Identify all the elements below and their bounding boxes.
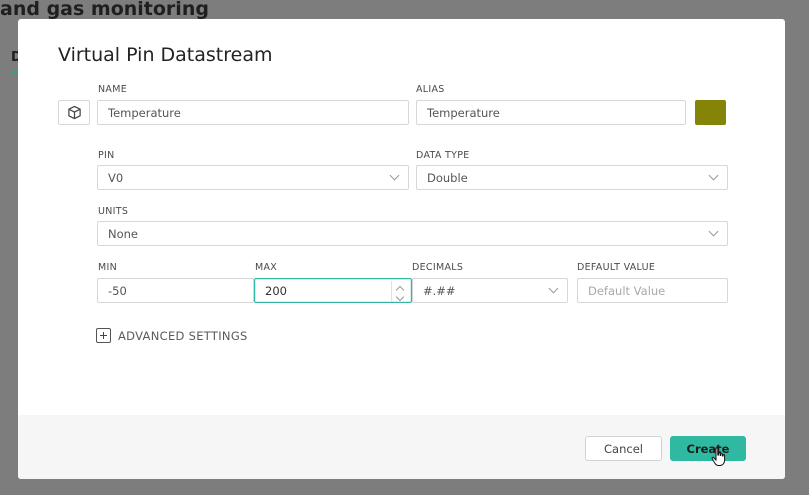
create-button[interactable]: Create <box>670 436 746 461</box>
advanced-settings-toggle[interactable]: ADVANCED SETTINGS <box>96 328 248 343</box>
pin-select[interactable]: V0 <box>97 165 409 190</box>
plus-box-icon <box>96 328 111 343</box>
units-select-value: None <box>108 226 139 241</box>
pin-label: PIN <box>98 150 115 161</box>
max-input-value: 200 <box>265 283 287 298</box>
hand-cursor-icon <box>711 447 726 466</box>
alias-input[interactable]: Temperature <box>416 100 686 125</box>
decimals-select-value: #.## <box>423 283 456 298</box>
units-label: UNITS <box>98 206 129 217</box>
name-input[interactable]: Temperature <box>97 100 409 125</box>
icon-picker-button[interactable] <box>58 100 90 125</box>
name-label: NAME <box>98 84 128 95</box>
data-type-label: DATA TYPE <box>416 150 470 161</box>
default-value-input[interactable]: Default Value <box>577 278 728 303</box>
data-type-select-value: Double <box>427 170 468 185</box>
min-input-value: -50 <box>108 283 127 298</box>
pin-select-value: V0 <box>108 170 124 185</box>
max-input[interactable]: 200 <box>254 278 412 303</box>
color-picker-button[interactable] <box>695 100 726 125</box>
units-select[interactable]: None <box>97 221 728 246</box>
chevron-down-icon <box>708 170 719 180</box>
modal-title: Virtual Pin Datastream <box>58 44 273 66</box>
chevron-down-icon <box>389 170 400 180</box>
number-spinner[interactable] <box>391 281 409 302</box>
alias-input-value: Temperature <box>427 105 500 120</box>
min-label: MIN <box>98 262 118 273</box>
advanced-settings-label: ADVANCED SETTINGS <box>118 328 248 343</box>
default-value-label: DEFAULT VALUE <box>577 262 656 273</box>
chevron-down-icon <box>548 283 559 293</box>
name-input-value: Temperature <box>108 105 181 120</box>
default-value-placeholder: Default Value <box>588 283 666 298</box>
datastream-modal: Virtual Pin Datastream NAME Temperature … <box>18 19 785 479</box>
decrement-icon[interactable] <box>395 292 405 302</box>
cancel-button[interactable]: Cancel <box>585 436 662 461</box>
decimals-label: DECIMALS <box>412 262 464 273</box>
min-input[interactable]: -50 <box>97 278 254 303</box>
cube-icon <box>67 105 81 120</box>
chevron-down-icon <box>708 226 719 236</box>
data-type-select[interactable]: Double <box>416 165 728 190</box>
decimals-select[interactable]: #.## <box>412 278 568 303</box>
max-label: MAX <box>255 262 278 273</box>
background-page-title: and gas monitoring <box>0 0 209 20</box>
alias-label: ALIAS <box>416 84 445 95</box>
